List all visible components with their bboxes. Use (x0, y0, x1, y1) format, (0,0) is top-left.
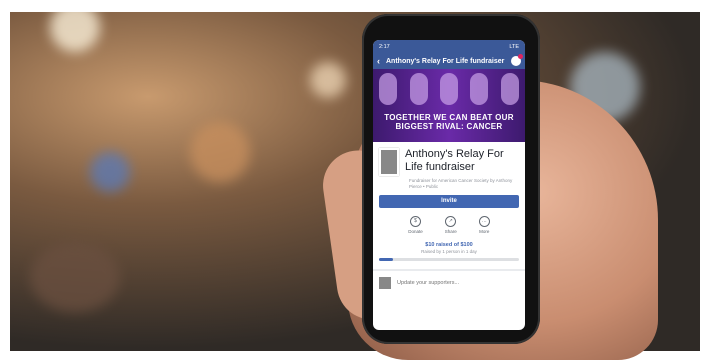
update-input[interactable] (395, 279, 499, 287)
nav-title: Anthony's Relay For Life fundraiser (386, 57, 505, 65)
messenger-icon[interactable] (511, 54, 523, 66)
phone-screen: 2:17 LTE ‹ Anthony's Relay For Life fund… (373, 40, 525, 330)
raised-by: Raised by 1 person in 1 day (421, 249, 477, 254)
avatar[interactable] (379, 148, 399, 176)
bokeh-light (90, 152, 130, 192)
bokeh-light (30, 242, 120, 312)
fundraiser-header: Anthony's Relay For Life fundraiser (373, 142, 525, 178)
invite-button[interactable]: Invite (379, 195, 519, 208)
composer-avatar (379, 277, 391, 289)
bokeh-light (310, 62, 346, 98)
progress-bar (379, 258, 519, 261)
top-nav: ‹ Anthony's Relay For Life fundraiser (373, 53, 525, 69)
status-bar: 2:17 LTE (373, 40, 525, 53)
share-label: Share (444, 229, 457, 234)
progress-fill (379, 258, 393, 261)
more-icon: … (478, 216, 490, 227)
share-icon: ↗ (445, 216, 457, 227)
donate-icon: $ (409, 216, 421, 227)
status-time: 2:17 (379, 43, 390, 50)
face-image (500, 73, 519, 105)
update-composer (373, 269, 525, 295)
face-image (409, 73, 428, 105)
fundraiser-title: Anthony's Relay For Life fundraiser (404, 148, 504, 173)
more-button[interactable]: … More (478, 216, 490, 234)
banner-faces (373, 73, 525, 109)
face-image (379, 73, 398, 105)
raised-amount: $10 raised of $100 (425, 242, 473, 248)
more-label: More (479, 229, 490, 234)
back-button[interactable]: ‹ (377, 56, 380, 66)
face-image (439, 73, 458, 105)
cover-banner: TOGETHER WE CAN BEAT OUR BIGGEST RIVAL: … (373, 69, 525, 142)
banner-headline: TOGETHER WE CAN BEAT OUR BIGGEST RIVAL: … (384, 113, 514, 131)
donate-label: Donate (408, 229, 423, 234)
status-signal: LTE (509, 43, 519, 50)
action-row: $ Donate ↗ Share … More (373, 214, 525, 234)
fundraiser-subtitle: Fundraiser for American Cancer Society b… (409, 178, 513, 189)
face-image (470, 73, 489, 105)
bokeh-light (50, 12, 100, 52)
bokeh-light (190, 122, 250, 182)
share-button[interactable]: ↗ Share (445, 216, 457, 234)
donate-button[interactable]: $ Donate (408, 216, 423, 234)
